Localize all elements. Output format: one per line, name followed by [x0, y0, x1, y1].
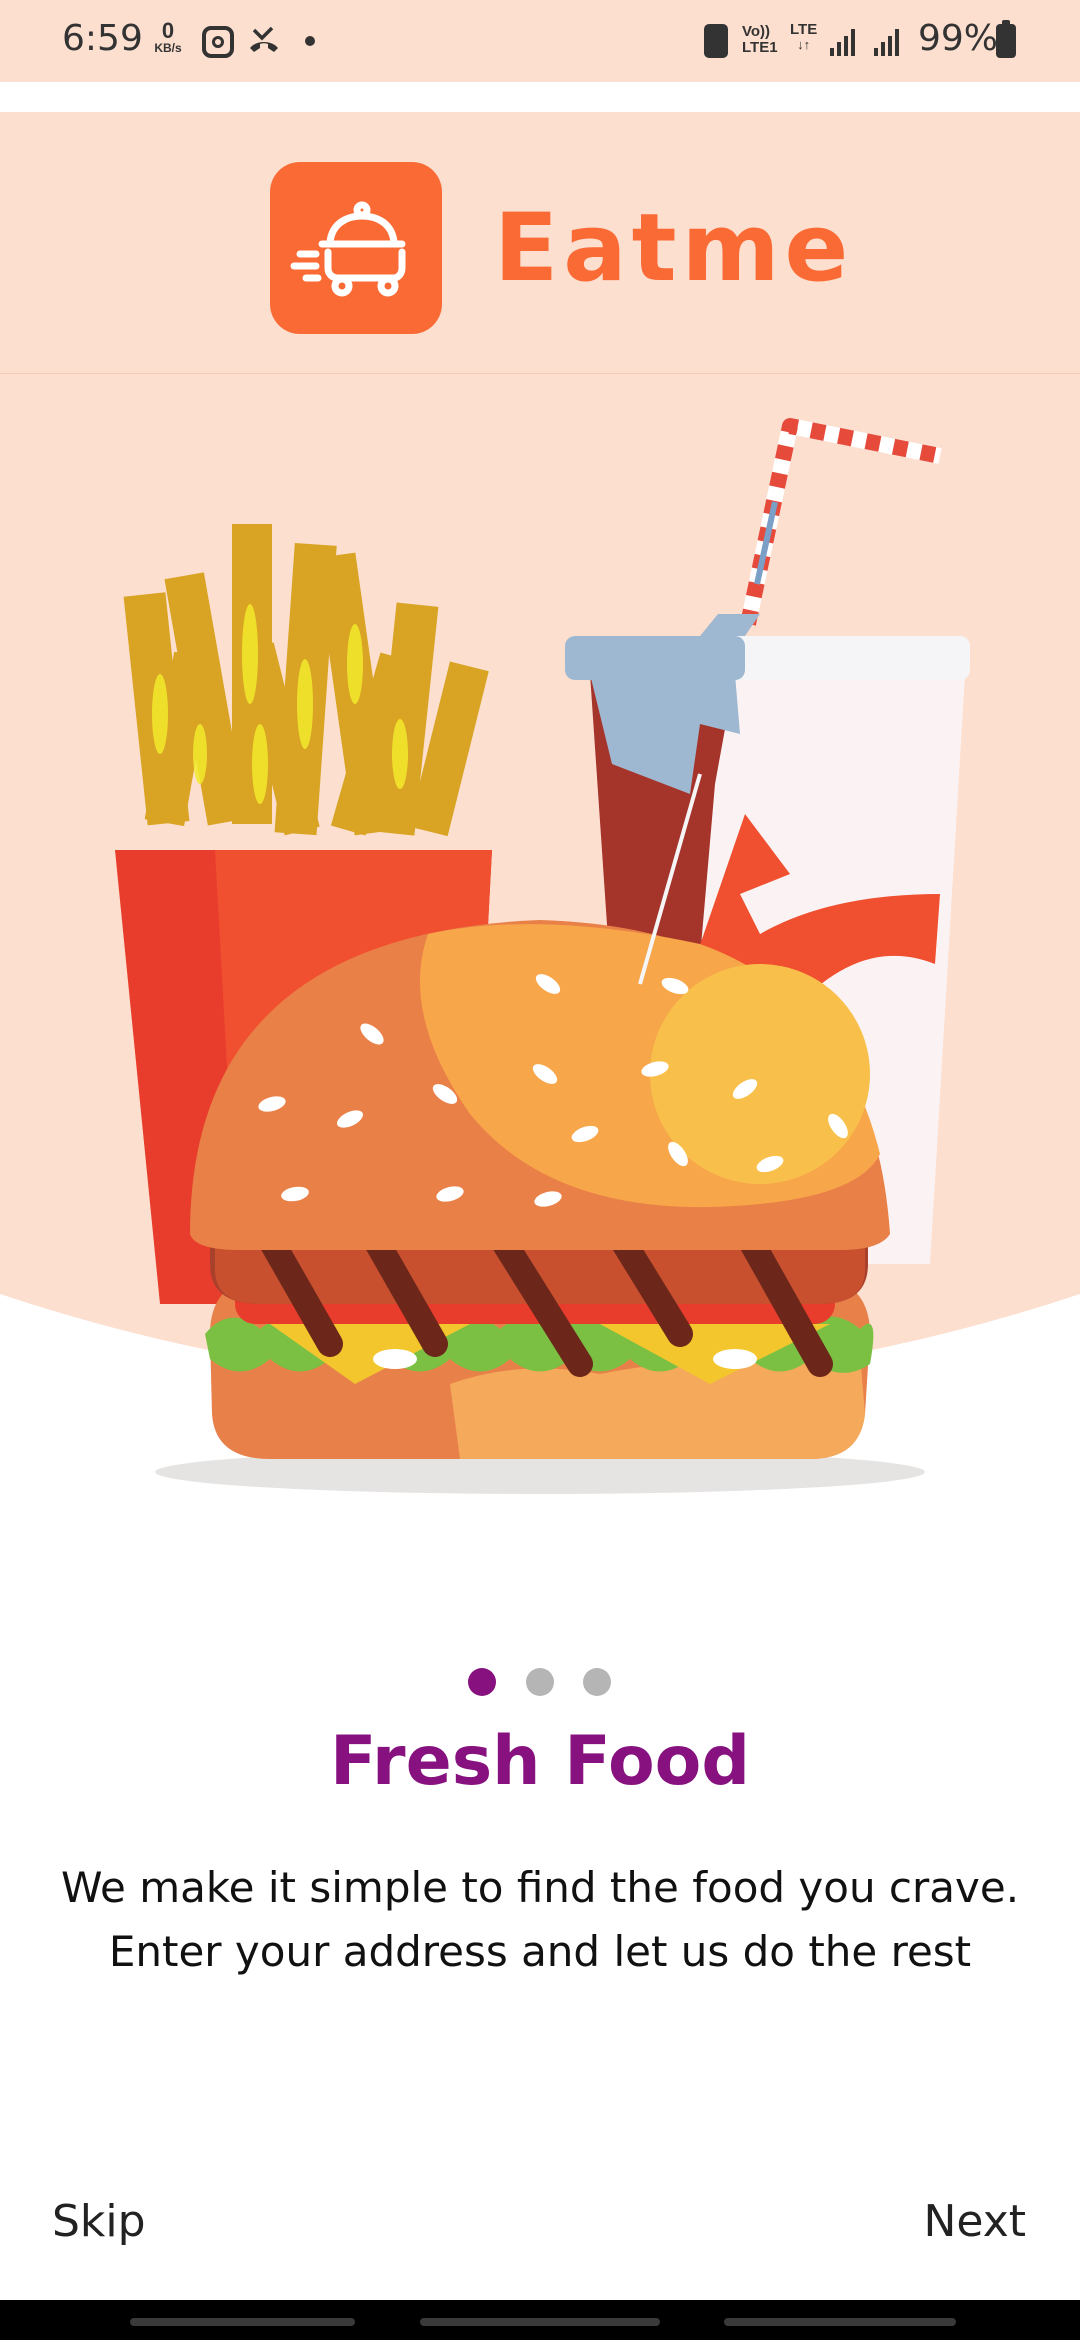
volte-top: Vo)) — [742, 23, 771, 40]
net-speed-unit: KB/s — [154, 41, 182, 55]
status-time: 6:59 — [62, 18, 143, 59]
onboarding-description-line-2: Enter your address and let us do the res… — [108, 1927, 972, 1976]
system-nav-bar — [0, 2300, 1080, 2340]
page-indicator-dot-1[interactable] — [468, 1668, 496, 1696]
battery-percent: 99% — [918, 18, 999, 59]
lte-indicator: LTE ↓↑ — [790, 22, 817, 51]
toolbar-divider — [0, 82, 1080, 112]
lte-bottom: ↓↑ — [797, 36, 811, 52]
brand-name: Eatme — [494, 194, 854, 303]
nav-recents-button[interactable] — [130, 2318, 355, 2326]
page-indicator-dot-3[interactable] — [583, 1668, 611, 1696]
skip-button[interactable]: Skip — [52, 2196, 146, 2247]
lte-top: LTE — [790, 21, 818, 38]
page-indicator — [0, 1668, 1080, 1698]
onboarding-title: Fresh Food — [329, 1722, 751, 1801]
volte-indicator: Vo)) LTE1 — [742, 24, 778, 56]
hero-illustration — [0, 374, 1080, 1554]
page-indicator-dot-2[interactable] — [526, 1668, 554, 1696]
volte-bottom: LTE1 — [742, 38, 778, 56]
net-speed-value: 0 — [161, 18, 175, 43]
status-bar: 6:59 0 KB/s Vo)) LTE1 LTE ↓↑ 99% — [0, 0, 1080, 82]
fries-soda-burger-illustration — [0, 374, 1080, 1494]
food-delivery-cart-icon — [290, 201, 406, 297]
app-header: Eatme — [0, 112, 1080, 374]
app-logo — [270, 162, 442, 334]
onboarding-description: We make it simple to find the food you c… — [40, 1856, 1040, 1984]
onboarding-description-line-1: We make it simple to find the food you c… — [60, 1863, 1020, 1912]
instagram-icon — [202, 26, 234, 58]
signal-icon-2 — [874, 29, 899, 56]
signal-icon — [830, 29, 855, 56]
next-button[interactable]: Next — [923, 2196, 1026, 2247]
nav-home-button[interactable] — [420, 2318, 660, 2326]
nav-back-button[interactable] — [724, 2318, 956, 2326]
missed-call-icon — [250, 26, 278, 52]
alarm-icon — [704, 24, 728, 58]
battery-icon — [996, 20, 1016, 58]
notification-dot-icon — [305, 36, 315, 46]
net-speed-indicator: 0 KB/s — [148, 18, 188, 55]
